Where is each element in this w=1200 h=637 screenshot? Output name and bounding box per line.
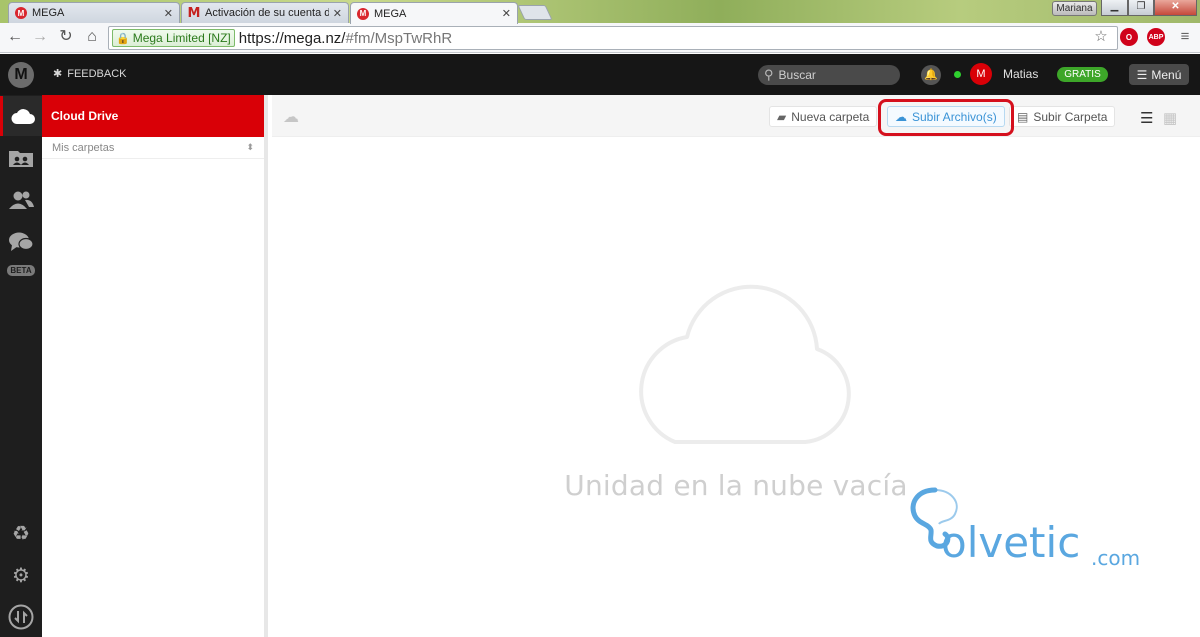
new-tab-button[interactable] [517, 5, 553, 20]
mega-logo[interactable]: M [8, 62, 34, 88]
solvetic-watermark: olvetic .com [905, 486, 1145, 576]
chat-icon[interactable] [0, 222, 42, 262]
search-icon: ⚲ [764, 67, 774, 82]
hamburger-icon: ☰ [1136, 67, 1148, 82]
mega-favicon-icon: M [15, 7, 27, 19]
notifications-bell-icon[interactable]: 🔔 [921, 65, 941, 85]
browser-tabstrip: M MEGA ✕ M Activación de su cuenta d ✕ M… [0, 0, 1200, 24]
username[interactable]: Matias [1003, 67, 1038, 81]
maximize-window-button[interactable]: ❐ [1128, 0, 1154, 16]
upload-folder-label: Subir Carpeta [1033, 109, 1108, 124]
bug-icon: ✱ [53, 68, 63, 80]
tab-title: Activación de su cuenta d [205, 7, 329, 19]
back-arrow-icon[interactable]: ← [4, 26, 26, 48]
url-text: https://mega.nz/#fm/MspTwRhR [239, 30, 452, 47]
address-bar[interactable]: 🔒 Mega Limited [NZ] https://mega.nz/#fm/… [108, 26, 1118, 50]
search-input[interactable]: ⚲ Buscar [758, 65, 900, 85]
forward-arrow-icon[interactable]: → [29, 26, 51, 48]
browser-toolbar: ← → ↻ ⌂ 🔒 Mega Limited [NZ] https://mega… [0, 23, 1200, 53]
mega-favicon-icon: M [357, 7, 369, 20]
folder-tree-panel: Cloud Drive Mis carpetas ⬍ [42, 95, 268, 637]
rubbish-bin-icon[interactable]: ♻ [0, 513, 42, 553]
menu-label: Menú [1151, 67, 1182, 82]
url-path: #fm/MspTwRhR [345, 29, 453, 47]
cloud-drive-title[interactable]: Cloud Drive [42, 95, 264, 137]
browser-tab-1[interactable]: M MEGA ✕ [8, 2, 180, 23]
browser-profile-badge[interactable]: Mariana [1052, 1, 1097, 16]
new-folder-icon: ▰ [777, 109, 787, 124]
site-identity-label: Mega Limited [NZ] [132, 31, 231, 45]
list-view-icon[interactable]: ☰ [1140, 109, 1153, 127]
breadcrumb-cloud-icon[interactable]: ☁ [283, 107, 299, 127]
tab-title: MEGA [32, 7, 65, 19]
menu-button[interactable]: ☰ Menú [1129, 64, 1189, 85]
close-tab-icon[interactable]: ✕ [164, 7, 173, 20]
close-window-button[interactable]: ✕ [1154, 0, 1197, 16]
left-nav-rail: BETA ♻ ⚙ [0, 95, 42, 637]
mega-header: M ✱ FEEDBACK ⚲ Buscar 🔔 M Matias GRATIS … [0, 54, 1200, 95]
watermark-suffix: .com [1091, 546, 1141, 570]
annotation-highlight-box [878, 99, 1014, 136]
gmail-favicon-icon: M [187, 5, 201, 21]
minimize-window-button[interactable]: ▁ [1101, 0, 1128, 16]
bookmark-star-icon[interactable]: ☆ [1091, 27, 1111, 47]
tab-title: MEGA [374, 7, 407, 20]
reload-icon[interactable]: ↻ [55, 26, 77, 48]
url-host: https://mega.nz/ [238, 29, 346, 47]
shared-folders-icon[interactable] [0, 138, 42, 178]
avatar[interactable]: M [970, 63, 992, 85]
new-folder-button[interactable]: ▰ Nueva carpeta [769, 106, 878, 127]
search-placeholder: Buscar [778, 68, 816, 82]
upload-folder-icon: ▤ [1017, 109, 1029, 124]
feedback-button[interactable]: ✱ FEEDBACK [53, 67, 127, 81]
site-identity-badge[interactable]: 🔒 Mega Limited [NZ] [112, 29, 235, 47]
upload-folder-button[interactable]: ▤ Subir Carpeta [1009, 106, 1116, 127]
lock-icon: 🔒 [116, 32, 130, 45]
online-status-dot [954, 71, 961, 78]
file-manager-toolbar: ☁ ▰ Nueva carpeta ☁ Subir Archivo(s) ▤ S… [272, 95, 1200, 137]
empty-cloud-icon [639, 284, 851, 444]
contacts-icon[interactable] [0, 180, 42, 220]
close-tab-icon[interactable]: ✕ [502, 7, 511, 20]
plan-badge[interactable]: GRATIS [1057, 67, 1108, 82]
feedback-label: FEEDBACK [67, 67, 127, 80]
cloud-drive-icon[interactable] [0, 96, 42, 136]
watermark-text: olvetic [941, 518, 1081, 567]
browser-tab-3[interactable]: M MEGA ✕ [350, 2, 518, 24]
browser-tab-2[interactable]: M Activación de su cuenta d ✕ [181, 2, 349, 23]
home-icon[interactable]: ⌂ [81, 26, 103, 48]
close-tab-icon[interactable]: ✕ [333, 7, 342, 20]
settings-gear-icon[interactable]: ⚙ [0, 555, 42, 595]
sort-icon[interactable]: ⬍ [246, 142, 254, 153]
chat-beta-badge: BETA [7, 265, 35, 276]
browser-menu-icon[interactable]: ≡ [1175, 27, 1195, 47]
grid-view-icon[interactable]: ▦ [1163, 109, 1177, 127]
adblock-plus-icon[interactable]: ABP [1147, 28, 1165, 46]
new-folder-label: Nueva carpeta [791, 109, 870, 124]
opera-extension-icon[interactable]: O [1120, 28, 1138, 46]
transfers-icon[interactable] [0, 597, 42, 637]
my-folders-header[interactable]: Mis carpetas ⬍ [42, 137, 264, 159]
my-folders-label: Mis carpetas [52, 141, 115, 154]
